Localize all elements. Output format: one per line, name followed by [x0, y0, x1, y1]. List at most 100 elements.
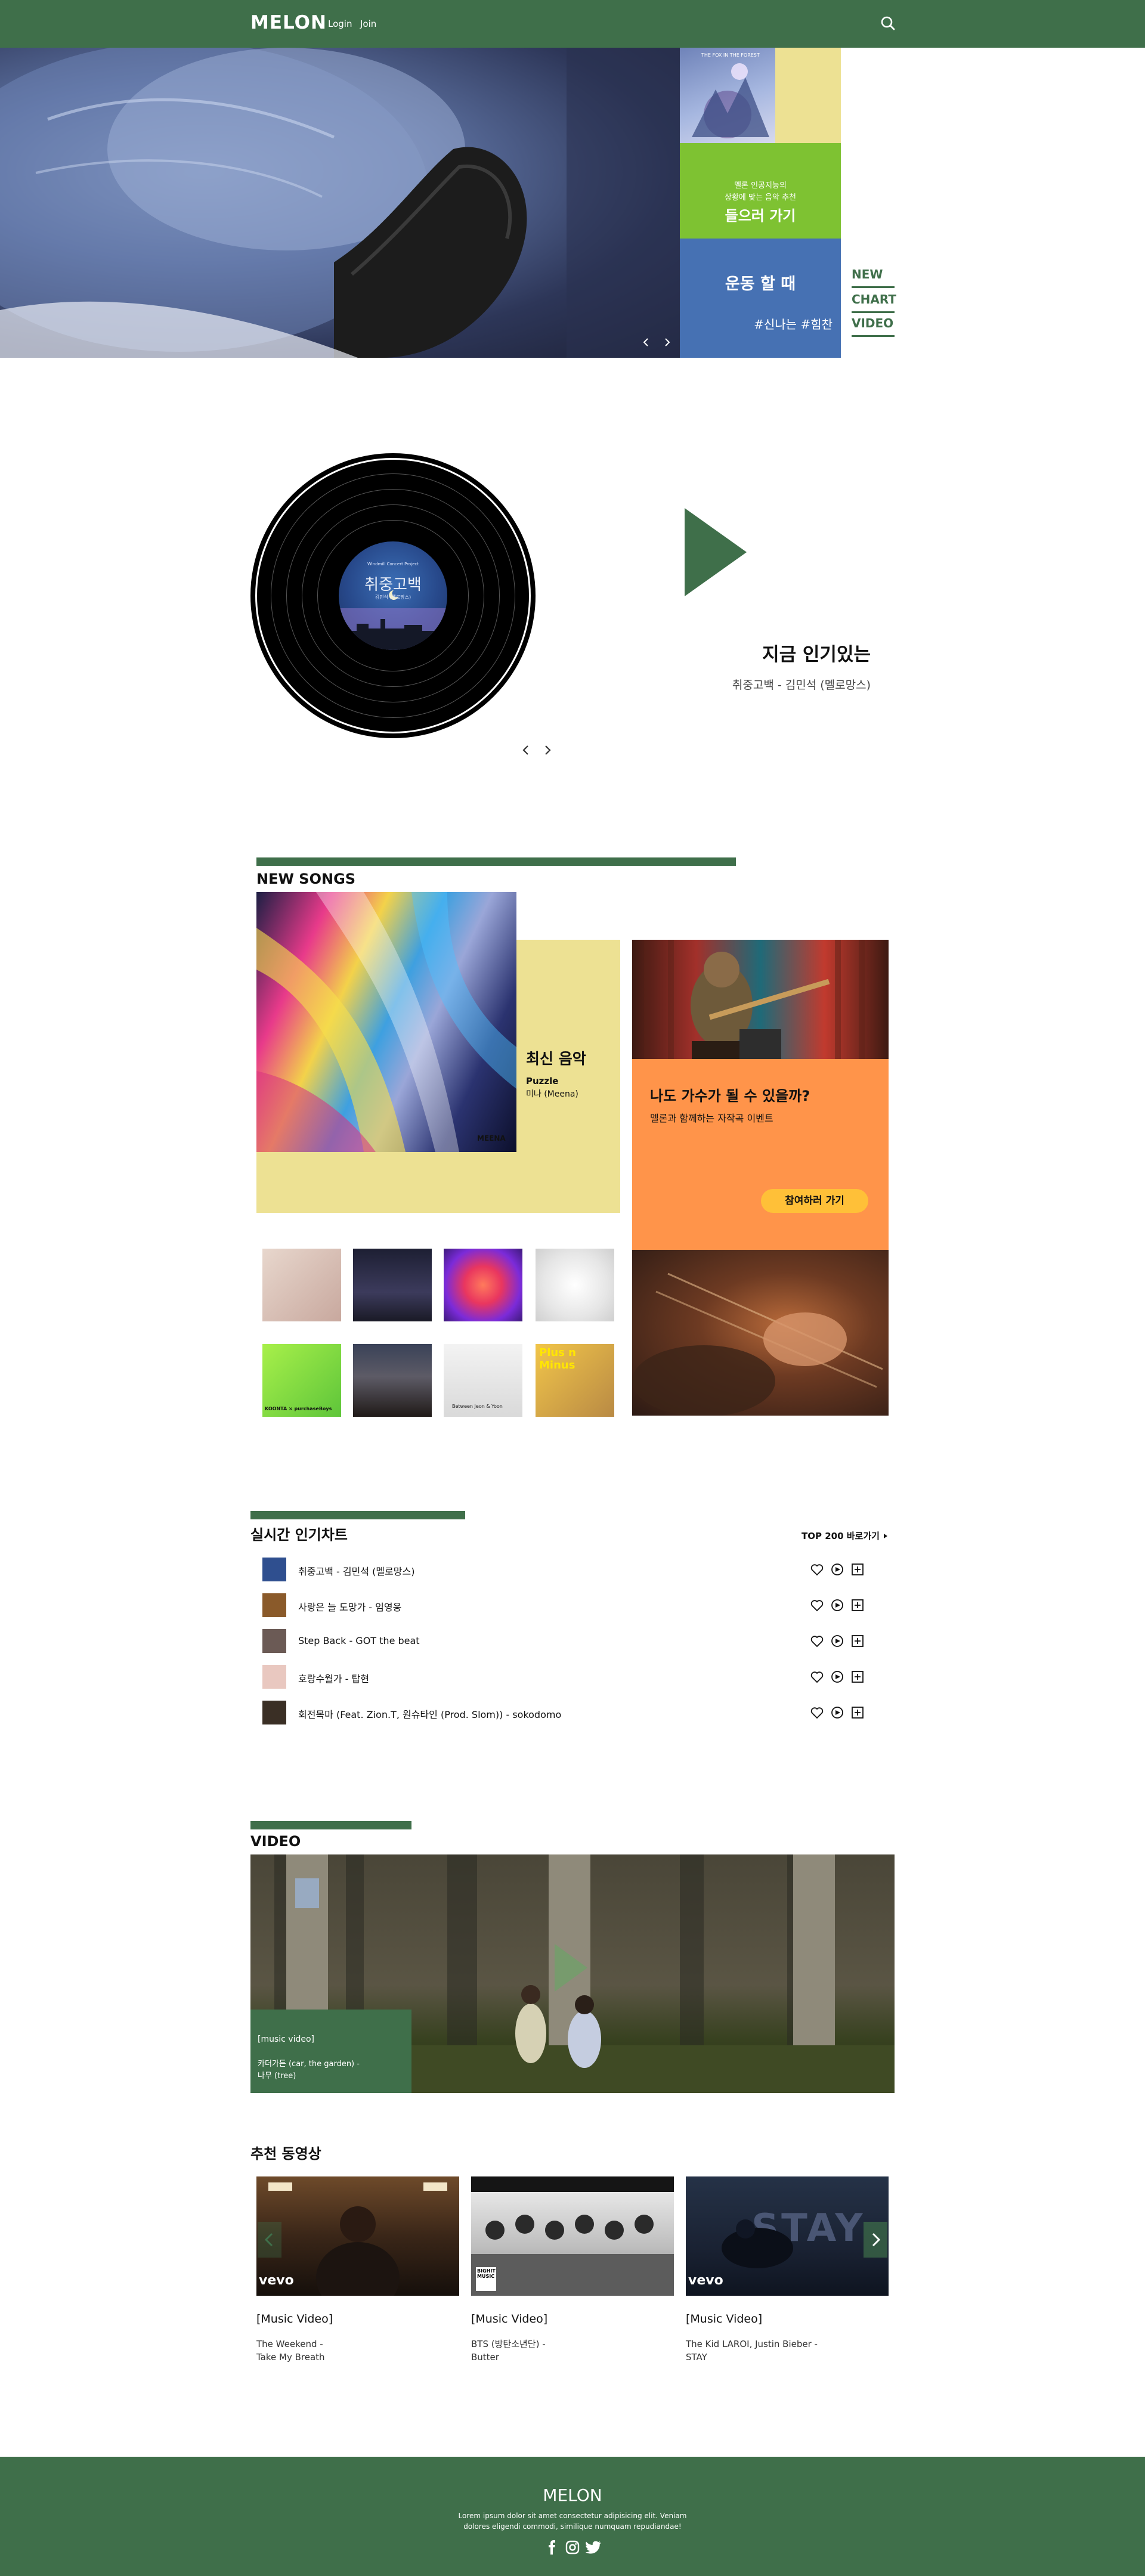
- site-logo[interactable]: MELON: [250, 12, 327, 33]
- twitter-icon[interactable]: [585, 2540, 601, 2557]
- footer-social-links: [545, 2540, 605, 2556]
- rec-next-arrow[interactable]: [864, 2222, 887, 2260]
- hero-ai-listen-link[interactable]: 들으러 가기: [680, 204, 841, 225]
- feature-cover-tag: MEENA: [477, 1134, 506, 1143]
- rec-3-line1: The Kid LAROI, Justin Bieber -: [686, 2339, 818, 2349]
- rec-2-line2: Butter: [471, 2352, 499, 2363]
- event-join-button[interactable]: 참여하러 가기: [761, 1189, 868, 1213]
- new-song-thumb-2[interactable]: [353, 1249, 432, 1321]
- hero-slider-arrows[interactable]: [640, 336, 676, 348]
- guitarist-photo: [632, 940, 889, 1059]
- vinyl-label-top: Windmill Concert Project: [367, 562, 419, 566]
- rec-2-tag: BIGHIT MUSIC: [476, 2267, 496, 2291]
- vinyl-record[interactable]: Windmill Concert Project 취중고백 김민석 (멜로망스): [250, 453, 536, 738]
- hero-cover-text: THE FOX IN THE FOREST: [701, 52, 760, 58]
- hero-ai-small-2: 상황에 맞는 음악 추천: [724, 193, 797, 202]
- top200-link[interactable]: TOP 200 바로가기: [802, 1530, 889, 1542]
- chart-row-actions[interactable]: [810, 1705, 865, 1720]
- chart-row-thumbnail: [262, 1701, 286, 1724]
- chart-row[interactable]: 사랑은 늘 도망가 - 임영웅: [262, 1593, 865, 1617]
- top200-label: TOP 200 바로가기: [802, 1531, 880, 1541]
- new-song-thumb-4[interactable]: [536, 1249, 614, 1321]
- nav-login-link[interactable]: Login: [328, 18, 352, 29]
- thumb-5-text: KOONTA × purchaseBoys: [265, 1406, 332, 1411]
- hero-ai-small-1: 멜론 인공지능의: [734, 181, 787, 190]
- site-header: MELON Login Join: [0, 0, 1145, 48]
- video-caption-box[interactable]: [music video] 카더가든 (car, the garden) - 나…: [250, 2010, 411, 2093]
- chart-row-title[interactable]: 호랑수월가 - 탑현: [298, 1671, 369, 1685]
- hero-workout-title: 운동 할 때: [725, 275, 796, 293]
- chart-row-title[interactable]: 취중고백 - 김민석 (멜로망스): [298, 1563, 414, 1578]
- rec-prev-arrow[interactable]: [258, 2222, 281, 2260]
- rec-1-line2: Take My Breath: [256, 2352, 325, 2363]
- new-song-thumb-8[interactable]: Plus n Minus: [536, 1344, 614, 1417]
- footer-title: MELON: [543, 2485, 602, 2505]
- chart-row-thumbnail: [262, 1629, 286, 1653]
- rec-video-card-3[interactable]: STAY vevo: [686, 2176, 889, 2296]
- feature-song[interactable]: Puzzle: [526, 1076, 558, 1086]
- chart-title: 실시간 인기차트: [250, 1527, 348, 1543]
- vinyl-album-label: Windmill Concert Project 취중고백 김민석 (멜로망스): [339, 541, 447, 650]
- chart-row-title[interactable]: 사랑은 늘 도망가 - 임영웅: [298, 1599, 401, 1614]
- new-song-thumb-3[interactable]: [444, 1249, 522, 1321]
- facebook-icon[interactable]: [545, 2540, 559, 2557]
- event-title: 나도 가수가 될 수 있을까?: [650, 1088, 810, 1104]
- event-subtitle: 멜론과 함께하는 자작곡 이벤트: [650, 1113, 773, 1124]
- new-song-thumb-7[interactable]: Between Jeon & Yoon: [444, 1344, 522, 1417]
- thumb-7-text: Between Jeon & Yoon: [452, 1404, 503, 1409]
- search-icon[interactable]: [879, 14, 897, 32]
- now-popular-title: 지금 인기있는: [762, 644, 871, 665]
- rec-video-card-1[interactable]: vevo: [256, 2176, 459, 2296]
- play-icon[interactable]: [685, 508, 747, 599]
- hero-workout-card[interactable]: 운동 할 때 #신나는 #힘찬: [680, 239, 841, 358]
- chart-row-title[interactable]: 회전목마 (Feat. Zion.T, 원슈타인 (Prod. Slom)) -…: [298, 1707, 561, 1721]
- chart-row-actions[interactable]: [810, 1562, 865, 1577]
- chevron-left-icon[interactable]: [519, 743, 533, 760]
- now-popular-song[interactable]: 취중고백 - 김민석 (멜로망스): [656, 676, 871, 692]
- new-song-thumb-1[interactable]: [262, 1249, 341, 1321]
- feature-artist[interactable]: 미나 (Meena): [526, 1088, 578, 1100]
- thumb-8-text: Plus n Minus: [539, 1346, 576, 1371]
- vinyl-label-sub: 김민석 (멜로망스): [375, 595, 411, 600]
- rec-1-tag: vevo: [259, 2273, 294, 2288]
- feature-album-cover[interactable]: MEENA: [256, 892, 516, 1152]
- vinyl-label-title: 취중고백: [364, 576, 422, 594]
- new-songs-accent-bar: [256, 857, 736, 866]
- hero-ai-recommend-card[interactable]: 멜론 인공지능의 상황에 맞는 음악 추천 들으러 가기: [680, 143, 841, 239]
- footer-text-2: dolores eligendi commodi, similique numq…: [463, 2522, 682, 2531]
- chart-row-actions[interactable]: [810, 1598, 865, 1612]
- hero-album-cover[interactable]: THE FOX IN THE FOREST: [680, 48, 775, 143]
- rec-video-card-2[interactable]: BIGHIT MUSIC: [471, 2176, 674, 2296]
- chevron-right-icon[interactable]: [540, 743, 555, 760]
- new-song-thumb-6[interactable]: [353, 1344, 432, 1417]
- hero-link-video[interactable]: VIDEO: [852, 316, 895, 337]
- chart-row-actions[interactable]: [810, 1634, 865, 1648]
- chart-row-thumbnail: [262, 1593, 286, 1617]
- new-song-thumb-5[interactable]: KOONTA × purchaseBoys: [262, 1344, 341, 1417]
- footer-text-1: Lorem ipsum dolor sit amet consectetur a…: [458, 2512, 687, 2520]
- rec-3-line2: STAY: [686, 2352, 707, 2363]
- chart-row[interactable]: Step Back - GOT the beat: [262, 1629, 865, 1653]
- arrow-right-icon: [883, 1531, 889, 1541]
- feature-title: 최신 음악: [526, 1050, 586, 1067]
- instagram-icon[interactable]: [565, 2540, 580, 2557]
- hero-link-new[interactable]: NEW: [852, 267, 895, 288]
- rec-2-label: [Music Video]: [471, 2312, 548, 2326]
- site-footer: MELON Lorem ipsum dolor sit amet consect…: [0, 2457, 1145, 2576]
- chart-row-thumbnail: [262, 1558, 286, 1581]
- chart-row-title[interactable]: Step Back - GOT the beat: [298, 1635, 420, 1646]
- chart-row[interactable]: 호랑수월가 - 탑현: [262, 1665, 865, 1689]
- now-slider-arrows: [519, 743, 561, 757]
- rec-1-label: [Music Video]: [256, 2312, 333, 2326]
- chart-row-actions[interactable]: [810, 1670, 865, 1684]
- video-accent-bar: [250, 1821, 411, 1829]
- chart-row-thumbnail: [262, 1665, 286, 1689]
- chart-row[interactable]: 취중고백 - 김민석 (멜로망스): [262, 1558, 865, 1581]
- recommended-title: 추천 동영상: [250, 2145, 321, 2162]
- chart-row[interactable]: 회전목마 (Feat. Zion.T, 원슈타인 (Prod. Slom)) -…: [262, 1701, 865, 1724]
- rec-1-line1: The Weekend -: [256, 2339, 323, 2349]
- hero-link-chart[interactable]: CHART: [852, 292, 896, 313]
- nav-join-link[interactable]: Join: [360, 18, 376, 29]
- hero-workout-tags: #신나는 #힘찬: [754, 317, 833, 332]
- new-songs-title: NEW SONGS: [256, 871, 356, 887]
